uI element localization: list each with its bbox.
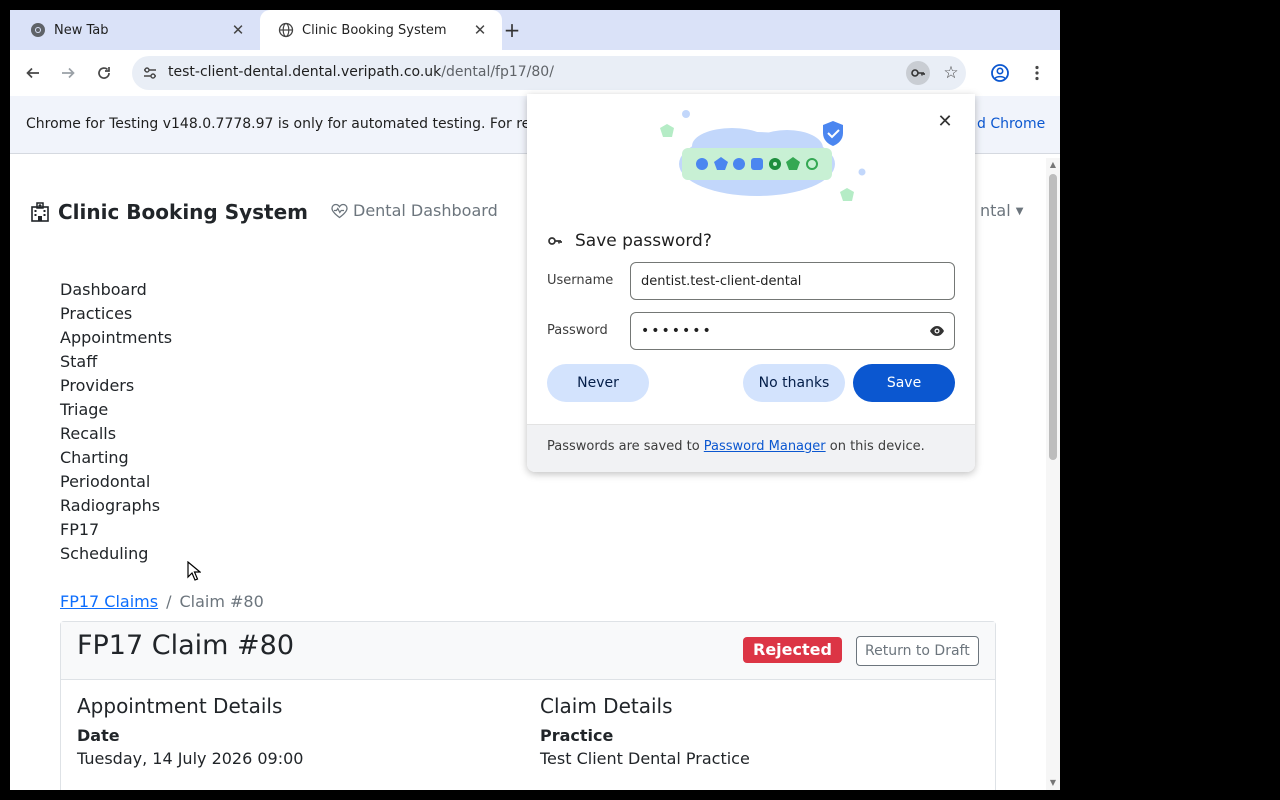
nav-item-fp17[interactable]: FP17 — [60, 520, 172, 544]
password-manager-link[interactable]: Password Manager — [704, 439, 826, 454]
nav-item-radiographs[interactable]: Radiographs — [60, 496, 172, 520]
page-title: FP17 Claim #80 — [77, 630, 295, 661]
dashboard-link-label: Dental Dashboard — [353, 201, 498, 220]
nav-item-practices[interactable]: Practices — [60, 304, 172, 328]
claim-card-header: FP17 Claim #80 Rejected Return to Draft — [61, 622, 995, 680]
forward-arrow-icon[interactable] — [56, 61, 80, 85]
breadcrumb-fp17-claims[interactable]: FP17 Claims — [60, 592, 158, 611]
mouse-cursor-icon — [187, 561, 201, 581]
infobar-text: Chrome for Testing v148.0.7778.97 is onl… — [26, 116, 531, 132]
password-key-icon[interactable] — [906, 61, 930, 85]
back-arrow-icon[interactable] — [21, 61, 45, 85]
infobar-link[interactable]: d Chrome — [977, 116, 1045, 132]
brand-label: Clinic Booking System — [58, 200, 309, 224]
eye-icon[interactable] — [929, 323, 945, 339]
never-button[interactable]: Never — [547, 364, 649, 402]
bookmark-star-icon[interactable]: ☆ — [940, 62, 962, 84]
url-path: /dental/fp17/80/ — [441, 64, 554, 80]
no-thanks-button[interactable]: No thanks — [743, 364, 845, 402]
nav-item-staff[interactable]: Staff — [60, 352, 172, 376]
chrome-icon — [30, 22, 46, 38]
date-label: Date — [77, 726, 120, 745]
nav-item-dashboard[interactable]: Dashboard — [60, 280, 172, 304]
username-field[interactable]: dentist.test-client-dental — [630, 262, 955, 300]
section-heading: Claim Details — [540, 694, 673, 718]
user-menu-dropdown[interactable]: ntal ▼ — [980, 201, 1023, 220]
browser-toolbar: test-client-dental.dental.veripath.co.uk… — [10, 50, 1060, 96]
globe-icon — [278, 22, 294, 38]
key-icon — [548, 237, 562, 245]
username-value: dentist.test-client-dental — [641, 273, 802, 289]
hospital-icon — [31, 202, 49, 222]
footer-text-post: on this device. — [825, 439, 925, 454]
nav-dental-dashboard[interactable]: Dental Dashboard — [331, 201, 498, 220]
scrollbar-thumb[interactable] — [1049, 174, 1057, 460]
password-field[interactable]: ••••••• — [630, 312, 955, 350]
password-label: Password — [547, 323, 608, 338]
status-badge: Rejected — [743, 637, 842, 663]
breadcrumb: FP17 Claims / Claim #80 — [60, 592, 264, 611]
footer-text-pre: Passwords are saved to — [547, 439, 704, 454]
save-button[interactable]: Save — [853, 364, 955, 402]
nav-item-charting[interactable]: Charting — [60, 448, 172, 472]
password-value: ••••••• — [641, 323, 713, 339]
section-heading: Appointment Details — [77, 694, 283, 718]
breadcrumb-separator: / — [166, 592, 172, 611]
tab-strip: New Tab ✕ Clinic Booking System ✕ + — [10, 10, 1060, 50]
dialog-title: Save password? — [575, 231, 712, 251]
heart-pulse-icon — [331, 203, 348, 218]
tab-title: New Tab — [54, 22, 109, 38]
nav-item-periodontal[interactable]: Periodontal — [60, 472, 172, 496]
appointment-details-section: Appointment Details Date Tuesday, 14 Jul… — [77, 694, 303, 776]
nav-item-appointments[interactable]: Appointments — [60, 328, 172, 352]
site-info-icon[interactable] — [140, 63, 160, 83]
browser-window: New Tab ✕ Clinic Booking System ✕ + test… — [10, 10, 1060, 790]
side-navigation: Dashboard Practices Appointments Staff P… — [60, 280, 172, 568]
tab-clinic-booking[interactable]: Clinic Booking System ✕ — [260, 10, 502, 50]
close-icon[interactable]: ✕ — [933, 110, 957, 134]
dialog-footer: Passwords are saved to Password Manager … — [527, 424, 975, 472]
tab-title: Clinic Booking System — [302, 22, 447, 38]
address-bar[interactable]: test-client-dental.dental.veripath.co.uk… — [132, 56, 966, 90]
claim-card: FP17 Claim #80 Rejected Return to Draft … — [60, 621, 996, 790]
profile-icon[interactable] — [988, 61, 1012, 85]
kebab-menu-icon[interactable] — [1025, 61, 1049, 85]
nav-item-scheduling[interactable]: Scheduling — [60, 544, 172, 568]
nav-item-providers[interactable]: Providers — [60, 376, 172, 400]
nav-item-triage[interactable]: Triage — [60, 400, 172, 424]
save-password-dialog: ✕ Save password? Username dentist.test-c… — [527, 94, 975, 472]
tab-new-tab[interactable]: New Tab ✕ — [12, 10, 260, 50]
app-brand[interactable]: Clinic Booking System — [30, 200, 308, 224]
practice-value: Test Client Dental Practice — [540, 749, 750, 768]
username-label: Username — [547, 273, 614, 288]
reload-icon[interactable] — [92, 61, 116, 85]
new-tab-plus-icon[interactable]: + — [500, 18, 524, 42]
tab-close-icon[interactable]: ✕ — [228, 20, 248, 40]
url-host: test-client-dental.dental.veripath.co.uk — [168, 64, 442, 80]
scroll-up-arrow-icon[interactable]: ▲ — [1046, 158, 1060, 172]
tab-close-icon[interactable]: ✕ — [470, 20, 490, 40]
user-menu-label: ntal — [980, 201, 1011, 220]
caret-down-icon: ▼ — [1015, 206, 1024, 217]
practice-label: Practice — [540, 726, 614, 745]
scroll-down-arrow-icon[interactable]: ▼ — [1046, 776, 1060, 790]
date-value: Tuesday, 14 July 2026 09:00 — [77, 749, 304, 768]
dialog-title-row: Save password? — [547, 231, 712, 251]
breadcrumb-current: Claim #80 — [179, 592, 264, 611]
password-illustration-icon — [660, 110, 866, 201]
nav-item-recalls[interactable]: Recalls — [60, 424, 172, 448]
claim-details-section: Claim Details Practice Test Client Denta… — [540, 694, 750, 776]
page-scrollbar[interactable]: ▲ ▼ — [1046, 158, 1060, 790]
return-to-draft-button[interactable]: Return to Draft — [856, 636, 979, 666]
url-text: test-client-dental.dental.veripath.co.uk… — [168, 64, 554, 80]
